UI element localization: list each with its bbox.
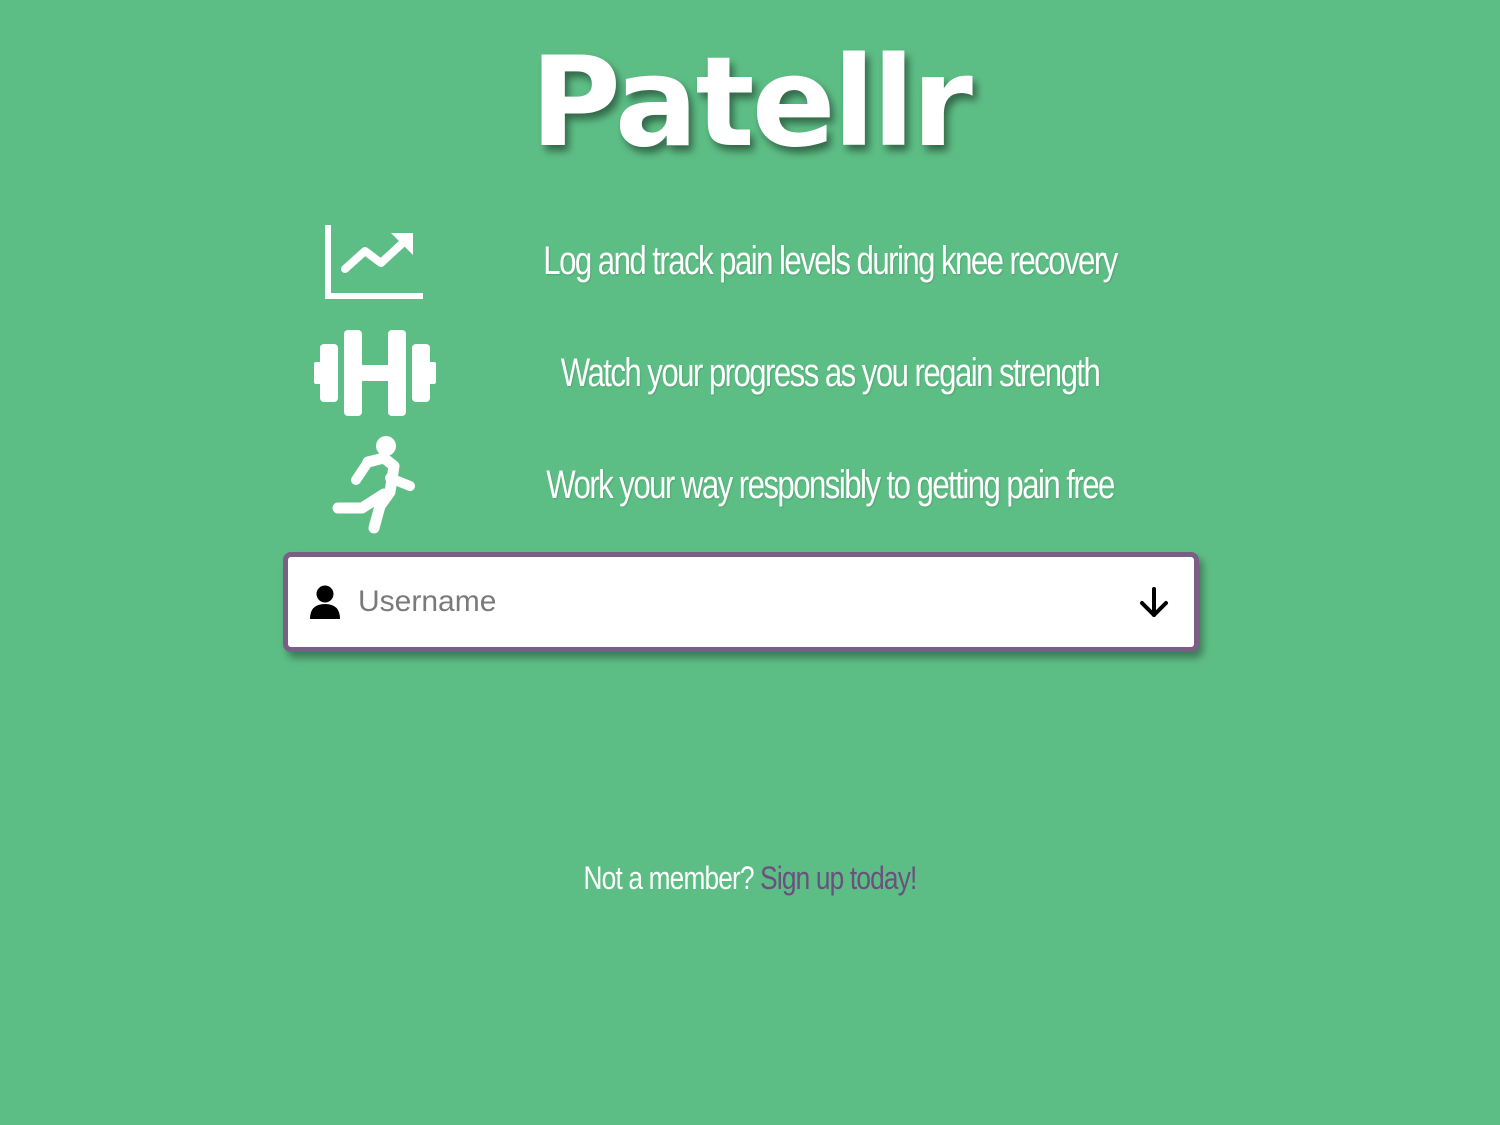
- dumbbell-icon: [300, 318, 450, 428]
- app-logo: Patellr: [530, 31, 973, 175]
- feature-text-strength: Watch your progress as you regain streng…: [560, 350, 1101, 395]
- feature-row-strength: Watch your progress as you regain streng…: [300, 318, 1200, 428]
- signup-prompt-text: Not a member?: [583, 860, 755, 896]
- feature-row-painfree: Work your way responsibly to getting pai…: [300, 430, 1200, 540]
- feature-row-track: Log and track pain levels during knee re…: [300, 206, 1200, 316]
- signup-prompt: Not a member? Sign up today!: [0, 860, 1500, 897]
- feature-text-painfree: Work your way responsibly to getting pai…: [546, 462, 1115, 507]
- username-field-container[interactable]: [283, 552, 1199, 652]
- user-icon: [310, 585, 342, 621]
- chart-line-icon: [300, 206, 450, 316]
- arrow-down-icon[interactable]: [1136, 585, 1172, 621]
- running-person-icon: [300, 430, 450, 540]
- feature-text-track: Log and track pain levels during knee re…: [543, 238, 1118, 283]
- signup-link[interactable]: Sign up today!: [760, 860, 917, 896]
- username-input[interactable]: [358, 572, 1118, 632]
